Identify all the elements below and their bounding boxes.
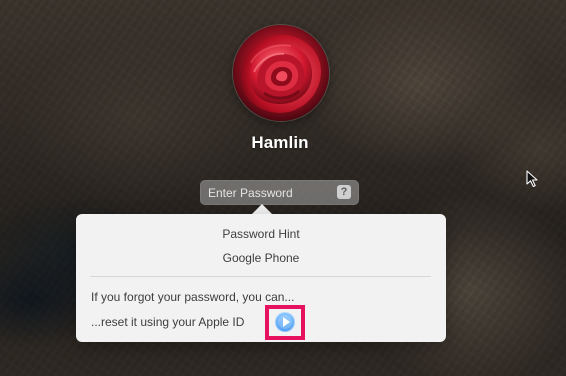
popover-divider bbox=[90, 276, 431, 277]
username-label: Hamlin bbox=[251, 133, 309, 152]
red-rose-avatar-icon bbox=[233, 25, 329, 121]
password-hint-title: Password Hint bbox=[222, 227, 300, 241]
password-hint-popover: Password Hint Google Phone If you forgot… bbox=[76, 214, 446, 342]
user-avatar bbox=[232, 24, 330, 122]
popover-arrow bbox=[252, 204, 272, 214]
forgot-password-text: If you forgot your password, you can... bbox=[91, 290, 295, 304]
password-field[interactable]: ? bbox=[200, 180, 359, 205]
circle-arrow-right-icon[interactable] bbox=[275, 312, 295, 332]
password-input[interactable] bbox=[208, 180, 328, 205]
password-hint-value: Google Phone bbox=[222, 251, 300, 265]
reset-with-apple-id-text: ...reset it using your Apple ID bbox=[91, 315, 245, 329]
mouse-pointer-icon bbox=[526, 170, 538, 188]
password-hint-button[interactable]: ? bbox=[337, 185, 351, 199]
